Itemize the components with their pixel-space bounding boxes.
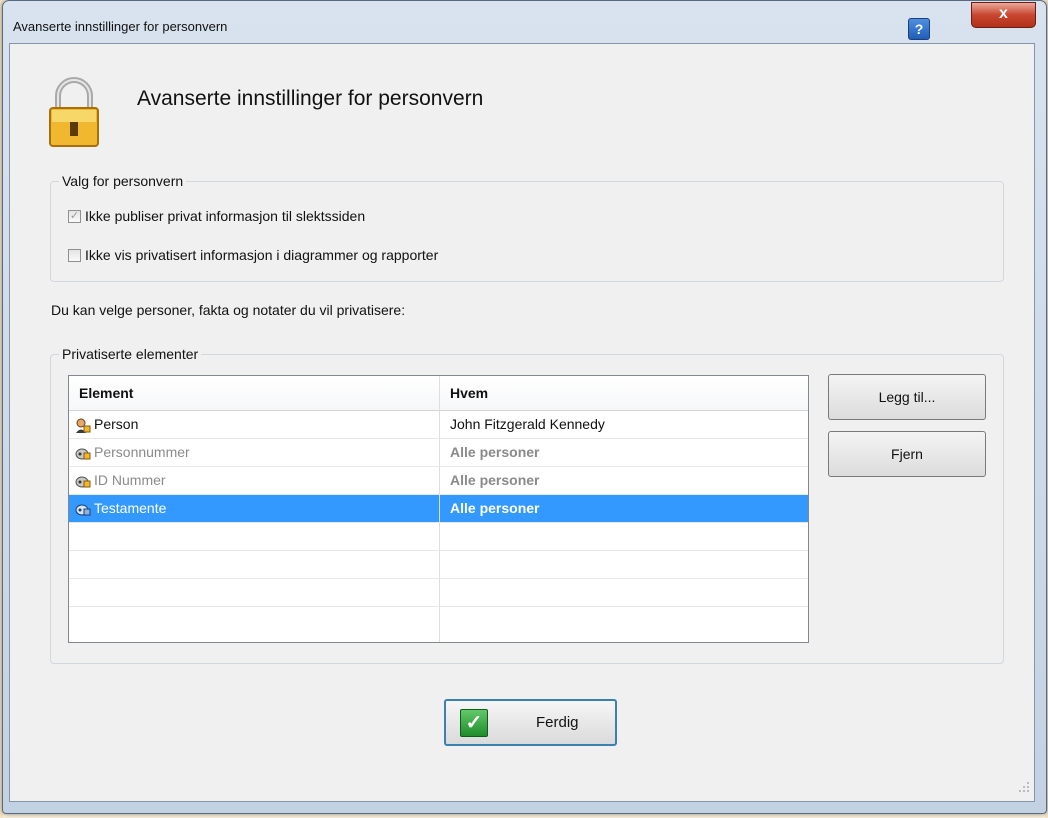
column-header-element[interactable]: Element — [69, 376, 440, 410]
fact-lock-icon — [75, 476, 91, 487]
table-row[interactable]: ID Nummer Alle personer — [69, 467, 808, 495]
checkbox-no-publish-private[interactable]: ✓ Ikke publiser privat informasjon til s… — [68, 208, 365, 224]
row-who-label: Alle personer — [450, 500, 540, 516]
table-row[interactable]: Person John Fitzgerald Kennedy — [69, 411, 808, 439]
table-row-selected[interactable]: Testamente Alle personer — [69, 495, 808, 523]
help-icon[interactable]: ? — [908, 18, 930, 40]
page-title: Avanserte innstillinger for personvern — [137, 87, 484, 110]
checkbox-checked-disabled[interactable]: ✓ — [68, 209, 81, 223]
person-lock-icon — [76, 418, 91, 433]
column-header-who[interactable]: Hvem — [440, 376, 808, 410]
green-check-icon: ✓ — [460, 708, 488, 737]
privacy-options-group: Valg for personvern — [50, 173, 1004, 282]
done-button-label: Ferdig — [536, 714, 579, 731]
row-element-label: ID Nummer — [94, 472, 166, 488]
close-icon[interactable]: x — [971, 2, 1036, 28]
table-row-empty — [69, 551, 808, 579]
table-row-empty — [69, 523, 808, 551]
row-element-label: Personnummer — [94, 444, 190, 460]
table-header: Element Hvem — [69, 376, 808, 411]
fact-lock-icon — [75, 448, 91, 459]
row-element-label: Person — [94, 416, 139, 432]
private-items-table[interactable]: Element Hvem Person John Fitzgerald Kenn… — [68, 375, 809, 643]
intro-text: Du kan velge personer, fakta og notater … — [51, 302, 406, 318]
done-button[interactable]: ✓ Ferdig — [444, 699, 617, 746]
resize-grip-icon[interactable] — [1018, 781, 1030, 793]
remove-button[interactable]: Fjern — [828, 431, 986, 477]
table-row-empty — [69, 607, 808, 642]
checkbox-hide-private-in-charts[interactable]: Ikke vis privatisert informasjon i diagr… — [68, 247, 438, 263]
row-who-label: Alle personer — [450, 444, 540, 460]
add-button[interactable]: Legg til... — [828, 374, 986, 420]
row-who-label: Alle personer — [450, 472, 540, 488]
fact-lock-icon — [75, 504, 91, 515]
window-title: Avanserte innstillinger for personvern — [13, 19, 228, 34]
padlock-icon — [49, 77, 99, 147]
private-items-legend: Privatiserte elementer — [59, 346, 202, 362]
checkbox-label: Ikke publiser privat informasjon til sle… — [85, 208, 366, 224]
privacy-options-legend: Valg for personvern — [59, 173, 187, 189]
table-row-empty — [69, 579, 808, 607]
checkbox-unchecked[interactable] — [68, 248, 81, 262]
table-row[interactable]: Personnummer Alle personer — [69, 439, 808, 467]
row-who-label: John Fitzgerald Kennedy — [450, 416, 605, 432]
checkbox-label: Ikke vis privatisert informasjon i diagr… — [85, 247, 439, 263]
row-element-label: Testamente — [94, 500, 167, 516]
